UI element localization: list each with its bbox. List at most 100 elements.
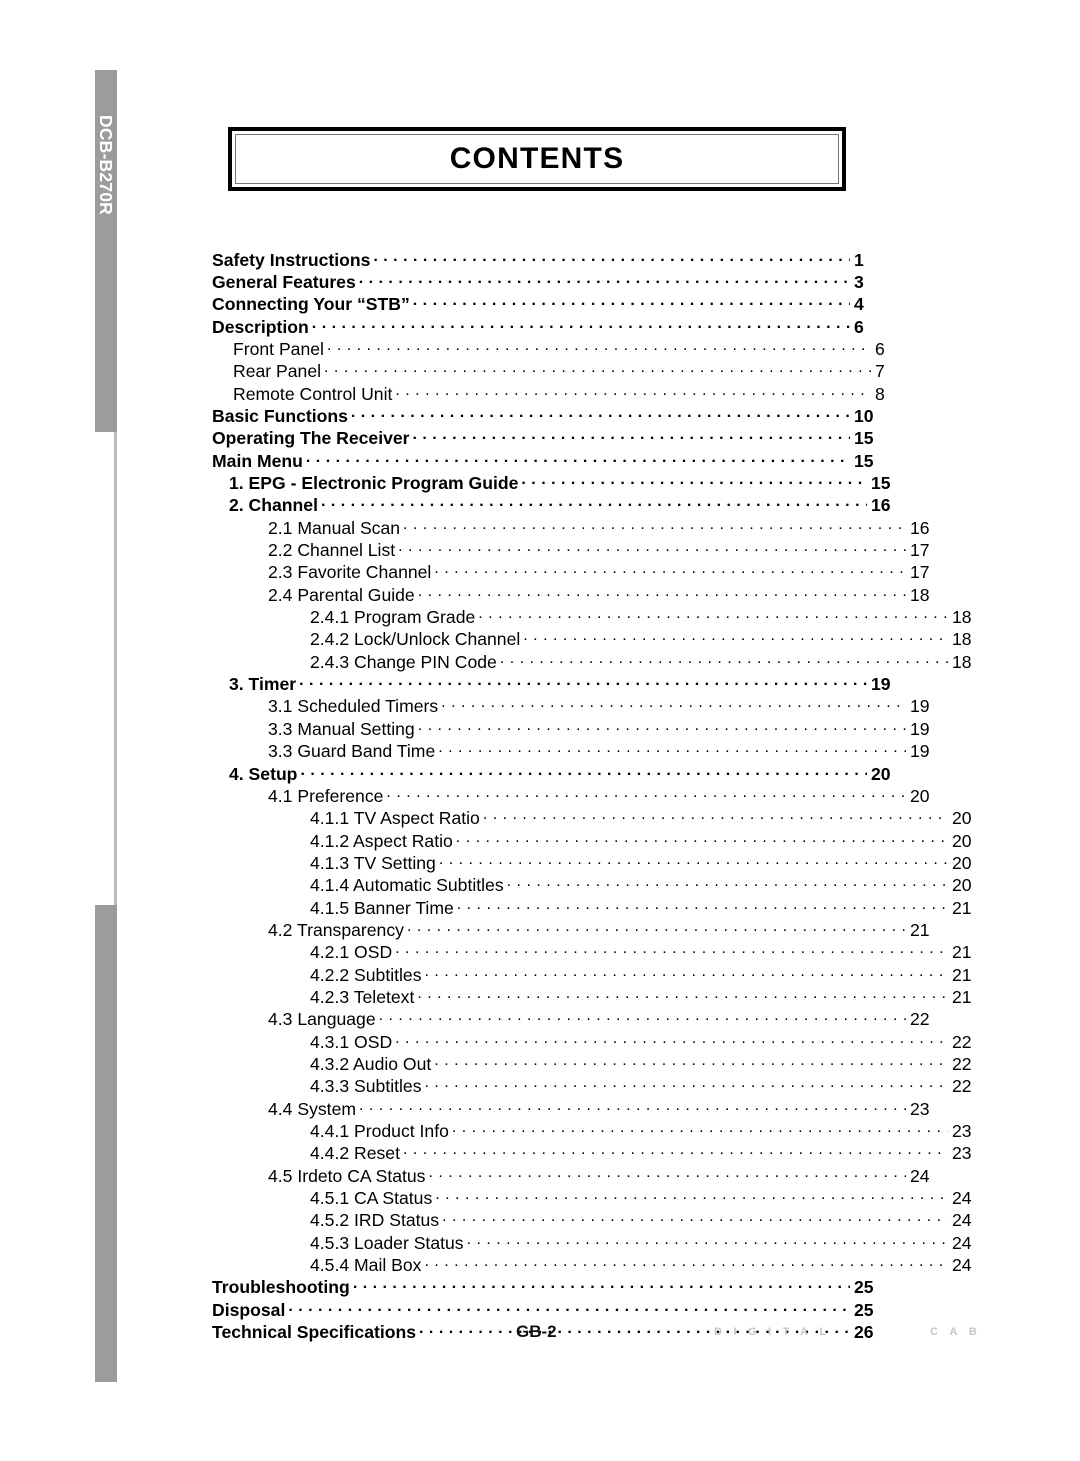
- toc-entry[interactable]: Remote Control Unit 8: [212, 382, 905, 404]
- toc-entry-page-number: 15: [854, 428, 874, 449]
- toc-entry[interactable]: 4.2.3 Teletext 21: [212, 985, 982, 1007]
- toc-entry-label: 2.4.1 Program Grade: [310, 607, 476, 628]
- toc-entry[interactable]: 4.3.3 Subtitles 22: [212, 1075, 982, 1097]
- toc-entry[interactable]: 4.3.1 OSD 22: [212, 1030, 982, 1052]
- toc-entry[interactable]: 4.1.2 Aspect Ratio 20: [212, 829, 982, 851]
- toc-entry[interactable]: 4.1.1 TV Aspect Ratio 20: [212, 807, 982, 829]
- toc-entry-page-number: 20: [952, 875, 972, 896]
- toc-entry[interactable]: 4.5.1 CA Status 24: [212, 1186, 982, 1208]
- toc-entry-page-number: 18: [952, 607, 972, 628]
- toc-entry[interactable]: 4.1.3 TV Setting 20: [212, 851, 982, 873]
- toc-dot-leader: [386, 784, 906, 802]
- toc-entry-label: Safety Instructions: [212, 249, 371, 270]
- toc-entry-page-number: 4: [854, 294, 864, 315]
- toc-dot-leader: [395, 941, 948, 959]
- toc-dot-leader: [299, 673, 867, 691]
- toc-entry[interactable]: 4.4.2 Reset 23: [212, 1142, 982, 1164]
- toc-dot-leader: [395, 1030, 948, 1048]
- toc-entry-label: 4.3.1 OSD: [310, 1031, 393, 1052]
- toc-entry[interactable]: 2.2 Channel List 17: [212, 538, 940, 560]
- toc-entry[interactable]: 2.1 Manual Scan 16: [212, 516, 940, 538]
- toc-entry[interactable]: 4.4.1 Product Info 23: [212, 1119, 982, 1141]
- toc-dot-leader: [439, 851, 948, 869]
- toc-dot-leader: [403, 1142, 948, 1160]
- toc-entry-label: 4.1.5 Banner Time: [310, 897, 454, 918]
- toc-entry[interactable]: 4.1 Preference 20: [212, 784, 940, 806]
- toc-entry[interactable]: 4.5.2 IRD Status 24: [212, 1209, 982, 1231]
- toc-entry[interactable]: 2.3 Favorite Channel 17: [212, 561, 940, 583]
- toc-entry[interactable]: 3.3 Manual Setting 19: [212, 717, 940, 739]
- toc-entry[interactable]: 3.1 Scheduled Timers 19: [212, 695, 940, 717]
- toc-dot-leader: [403, 516, 906, 534]
- toc-entry[interactable]: 2.4 Parental Guide 18: [212, 583, 940, 605]
- page-footer: GB-2 DIGITAL CAB: [0, 1322, 1080, 1362]
- toc-dot-leader: [478, 606, 948, 624]
- toc-entry[interactable]: 1. EPG - Electronic Program Guide 15: [212, 471, 901, 493]
- toc-entry[interactable]: 3. Timer 19: [212, 673, 901, 695]
- toc-entry[interactable]: Main Menu 15: [212, 449, 884, 471]
- toc-entry[interactable]: 2. Channel 16: [212, 494, 901, 516]
- toc-entry-label: 2.4.2 Lock/Unlock Channel: [310, 629, 521, 650]
- toc-dot-leader: [312, 315, 850, 333]
- toc-entry[interactable]: 4.4 System 23: [212, 1097, 940, 1119]
- toc-entry-label: 3.1 Scheduled Timers: [268, 696, 439, 717]
- toc-entry-page-number: 18: [910, 584, 930, 605]
- toc-entry-label: 4.1.1 TV Aspect Ratio: [310, 808, 480, 829]
- toc-dot-leader: [435, 1186, 948, 1204]
- toc-dot-leader: [327, 337, 871, 355]
- toc-entry[interactable]: 4.2 Transparency 21: [212, 918, 940, 940]
- toc-entry[interactable]: Troubleshooting 25: [212, 1276, 884, 1298]
- toc-entry[interactable]: Safety Instructions 1: [212, 248, 884, 270]
- toc-dot-leader: [441, 695, 906, 713]
- toc-entry-label: General Features: [212, 271, 356, 292]
- toc-dot-leader: [442, 1209, 948, 1227]
- toc-entry[interactable]: 4.1.4 Automatic Subtitles 20: [212, 874, 982, 896]
- toc-entry[interactable]: 3.3 Guard Band Time 19: [212, 740, 940, 762]
- toc-dot-leader: [306, 449, 850, 467]
- toc-entry[interactable]: 4.5.3 Loader Status 24: [212, 1231, 982, 1253]
- toc-entry[interactable]: Front Panel 6: [212, 337, 905, 359]
- toc-dot-leader: [418, 583, 906, 601]
- side-tab-divider-rule: [114, 432, 117, 905]
- toc-entry-label: Main Menu: [212, 450, 303, 471]
- toc-dot-leader: [413, 293, 850, 311]
- toc-entry-label: 4.1 Preference: [268, 785, 384, 806]
- toc-entry[interactable]: 4.2.2 Subtitles 21: [212, 963, 982, 985]
- toc-entry[interactable]: 4.3.2 Audio Out 22: [212, 1052, 982, 1074]
- toc-entry-page-number: 19: [910, 718, 930, 739]
- toc-entry-label: 4.5.3 Loader Status: [310, 1232, 464, 1253]
- toc-entry-page-number: 3: [854, 271, 864, 292]
- toc-entry-page-number: 21: [952, 897, 972, 918]
- toc-entry[interactable]: 2.4.3 Change PIN Code 18: [212, 650, 982, 672]
- toc-entry[interactable]: 4.2.1 OSD 21: [212, 941, 982, 963]
- toc-entry-page-number: 21: [952, 986, 972, 1007]
- toc-entry-page-number: 22: [952, 1076, 972, 1097]
- toc-entry[interactable]: Connecting Your “STB” 4: [212, 293, 884, 315]
- toc-entry[interactable]: 4.3 Language 22: [212, 1008, 940, 1030]
- toc-entry-page-number: 7: [875, 361, 885, 382]
- toc-entry[interactable]: Basic Functions 10: [212, 404, 884, 426]
- toc-dot-leader: [507, 874, 948, 892]
- toc-entry[interactable]: Rear Panel 7: [212, 360, 905, 382]
- toc-entry[interactable]: General Features 3: [212, 270, 884, 292]
- toc-entry-label: 3. Timer: [229, 674, 297, 695]
- toc-entry-label: Troubleshooting: [212, 1277, 350, 1298]
- toc-entry[interactable]: Description 6: [212, 315, 884, 337]
- toc-entry[interactable]: Disposal 25: [212, 1298, 884, 1320]
- toc-entry-page-number: 15: [854, 450, 874, 471]
- toc-entry-label: 4.4.2 Reset: [310, 1143, 400, 1164]
- toc-entry[interactable]: 2.4.1 Program Grade 18: [212, 606, 982, 628]
- toc-entry[interactable]: Operating The Receiver 15: [212, 427, 884, 449]
- toc-entry[interactable]: 4.5 Irdeto CA Status 24: [212, 1164, 940, 1186]
- toc-entry-label: 4.1.3 TV Setting: [310, 852, 436, 873]
- toc-entry-page-number: 22: [952, 1031, 972, 1052]
- toc-entry-label: 4.5 Irdeto CA Status: [268, 1165, 426, 1186]
- toc-entry[interactable]: 2.4.2 Lock/Unlock Channel 18: [212, 628, 982, 650]
- toc-entry[interactable]: 4.5.4 Mail Box 24: [212, 1253, 982, 1275]
- toc-dot-leader: [359, 270, 850, 288]
- toc-dot-leader: [413, 427, 850, 445]
- toc-entry[interactable]: 4. Setup 20: [212, 762, 901, 784]
- toc-entry[interactable]: 4.1.5 Banner Time 21: [212, 896, 982, 918]
- toc-entry-page-number: 24: [952, 1210, 972, 1231]
- toc-dot-leader: [456, 829, 948, 847]
